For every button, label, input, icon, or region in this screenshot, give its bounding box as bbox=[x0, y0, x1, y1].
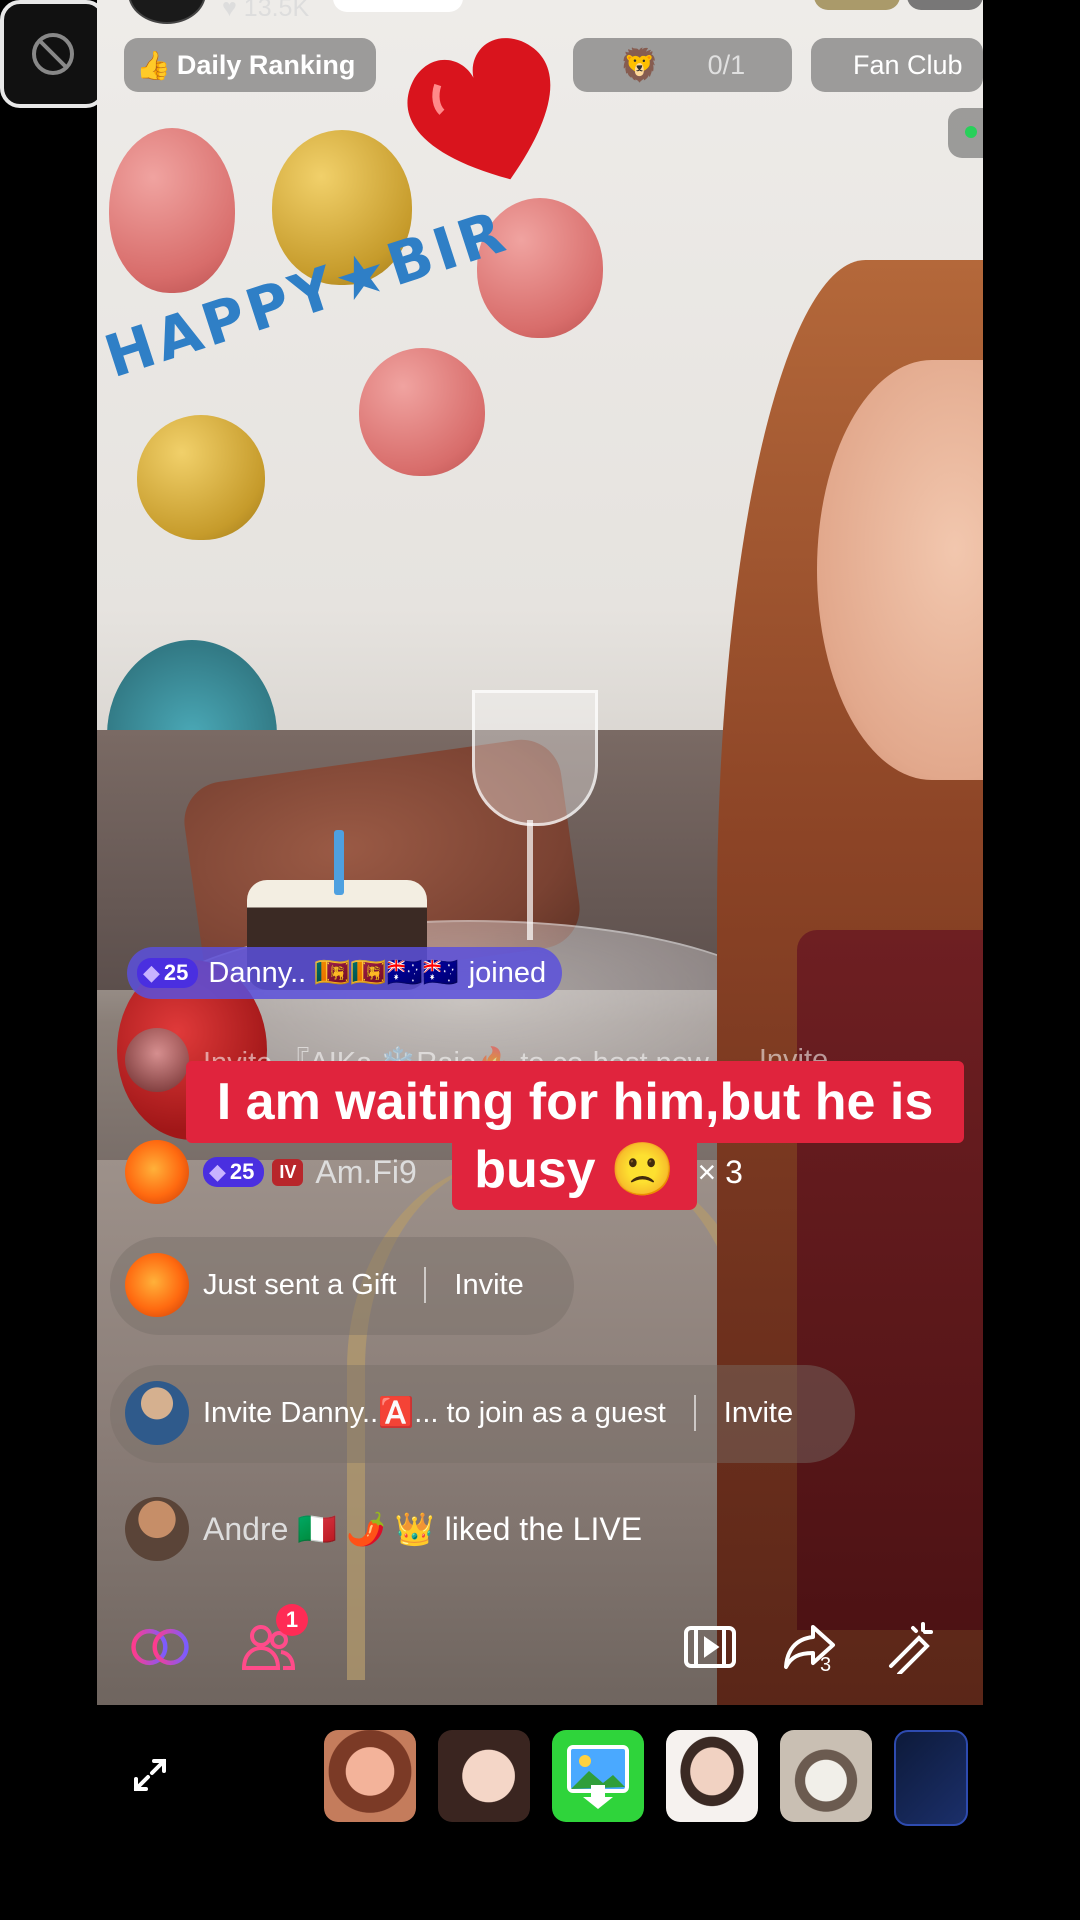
viewer-count: ♥ 13.5K bbox=[222, 0, 309, 23]
expand-icon[interactable] bbox=[132, 1757, 168, 1793]
joined-notice: ◆ 25 Danny.. 🇱🇰🇱🇰🇦🇺🇦🇺 joined bbox=[127, 947, 563, 999]
like-action: liked the LIVE bbox=[444, 1510, 643, 1547]
collab-icon[interactable] bbox=[130, 1617, 190, 1677]
clip-icon[interactable] bbox=[680, 1617, 740, 1677]
gold-balloon bbox=[137, 415, 265, 540]
magic-pen-icon[interactable] bbox=[880, 1617, 940, 1677]
avatar[interactable] bbox=[125, 1140, 189, 1204]
daily-ranking-label: Daily Ranking bbox=[176, 49, 356, 80]
goal-progress: 0/1 bbox=[707, 49, 746, 80]
guest-invite-text: Invite Danny..🅰️... to join as a guest bbox=[203, 1397, 666, 1429]
avatar[interactable] bbox=[125, 1253, 189, 1317]
guest-invite-button[interactable]: Invite bbox=[724, 1397, 793, 1430]
effect-cartoon-girl[interactable] bbox=[324, 1730, 416, 1822]
fan-club-label: Fan Club bbox=[853, 49, 963, 80]
online-dot bbox=[965, 126, 977, 138]
guests-notification-badge: 1 bbox=[276, 1604, 308, 1636]
diamond-icon: ◆ bbox=[143, 960, 160, 985]
wine-glass-stem bbox=[527, 820, 533, 940]
close-button[interactable] bbox=[907, 0, 983, 10]
joined-username[interactable]: Danny.. 🇱🇰🇱🇰🇦🇺🇦🇺 bbox=[208, 956, 458, 990]
effect-green-screen[interactable] bbox=[552, 1730, 644, 1822]
none-icon bbox=[32, 33, 74, 75]
caption-line-2: busy 🙁 bbox=[452, 1138, 697, 1210]
like-row: Andre 🇮🇹 🌶️ 👑 liked the LIVE bbox=[125, 1497, 642, 1561]
effect-beard-man[interactable] bbox=[666, 1730, 758, 1822]
gift-row-content: Just sent a Gift Invite bbox=[125, 1253, 524, 1317]
level-value: 25 bbox=[229, 1159, 255, 1184]
image-download-icon bbox=[567, 1745, 629, 1809]
effect-tech-frame[interactable] bbox=[894, 1730, 968, 1826]
diamond-icon: ◆ bbox=[209, 1159, 226, 1184]
fan-club-chip[interactable]: Fan Club bbox=[811, 38, 983, 92]
guest-invite-content: Invite Danny..🅰️... to join as a guest I… bbox=[125, 1381, 793, 1445]
avatar[interactable] bbox=[125, 1028, 189, 1092]
like-username[interactable]: Andre 🇮🇹 🌶️ 👑 bbox=[203, 1510, 435, 1548]
viewer-count-value: 13.5K bbox=[243, 0, 310, 22]
gift-text: Just sent a Gift bbox=[203, 1268, 397, 1301]
fan-badge: IV bbox=[272, 1158, 304, 1186]
level-value: 25 bbox=[163, 960, 189, 985]
top-viewers[interactable] bbox=[814, 0, 900, 10]
effect-beauty-face[interactable] bbox=[438, 1730, 530, 1822]
caption-line-1: I am waiting for him,but he is bbox=[186, 1061, 964, 1143]
daily-ranking-chip[interactable]: 👍 Daily Ranking bbox=[124, 38, 376, 92]
no-effect-button[interactable] bbox=[0, 0, 106, 108]
gift-invite-button[interactable]: Invite bbox=[454, 1269, 523, 1302]
heart-icon: ♥ bbox=[222, 0, 237, 22]
effect-cat-face[interactable] bbox=[780, 1730, 872, 1822]
pink-balloon bbox=[359, 348, 485, 476]
divider bbox=[424, 1267, 427, 1303]
follow-button[interactable] bbox=[333, 0, 463, 12]
joined-action: joined bbox=[468, 956, 547, 989]
gift-combo-username[interactable]: Am.Fi9 bbox=[315, 1154, 416, 1191]
avatar[interactable] bbox=[125, 1381, 189, 1445]
pink-balloon bbox=[109, 128, 235, 293]
lion-icon: 🦁 bbox=[619, 47, 660, 83]
wine-glass bbox=[472, 690, 598, 826]
divider bbox=[693, 1395, 696, 1431]
level-badge: ◆ 25 bbox=[137, 958, 199, 988]
avatar[interactable] bbox=[125, 1497, 189, 1561]
thumbs-up-icon: 👍 bbox=[136, 49, 171, 81]
candle bbox=[334, 830, 344, 895]
share-count: 3 bbox=[820, 1654, 832, 1676]
level-badge: ◆ 25 bbox=[203, 1157, 265, 1187]
goal-chip[interactable]: 🦁 0/1 bbox=[573, 38, 792, 92]
